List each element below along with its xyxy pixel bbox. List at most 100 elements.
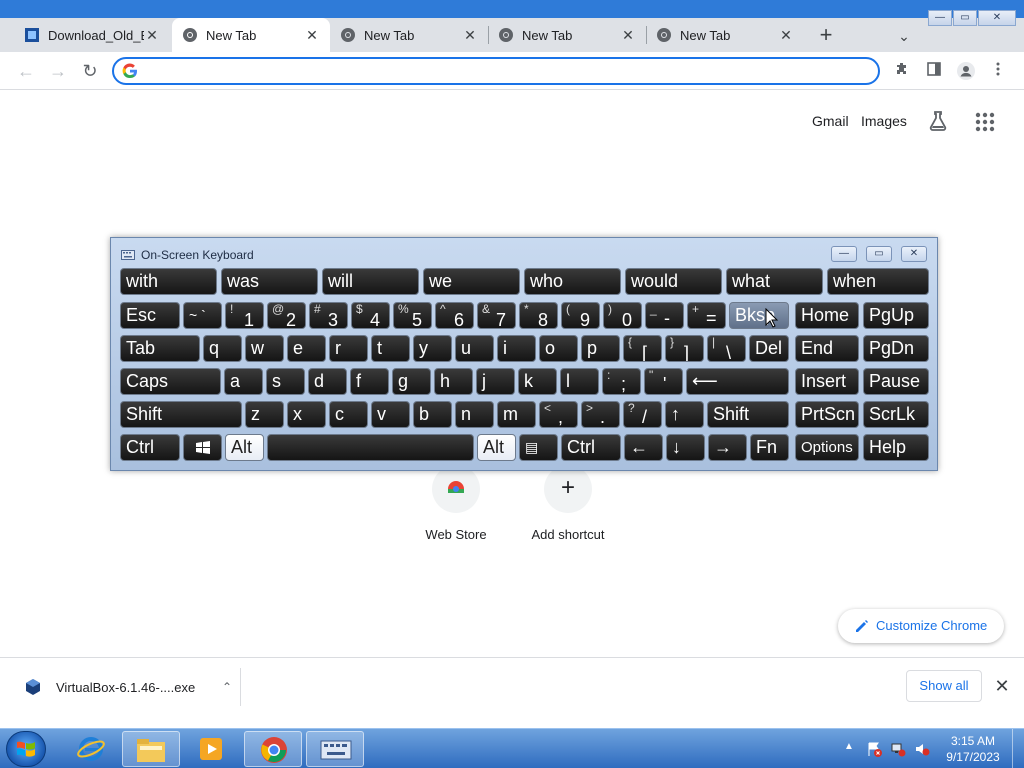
extensions-icon[interactable] — [892, 61, 912, 81]
osk-key-arrow-left[interactable]: ← — [624, 434, 663, 461]
osk-prediction-key[interactable]: what — [726, 268, 823, 295]
osk-key-esc[interactable]: Esc — [120, 302, 180, 329]
osk-key-alt-right[interactable]: Alt — [477, 434, 516, 461]
customize-chrome-button[interactable]: Customize Chrome — [838, 609, 1004, 643]
osk-restore-button[interactable]: ▭ — [866, 246, 892, 262]
volume-muted-icon[interactable] — [914, 741, 930, 757]
osk-key-help[interactable]: Help — [863, 434, 929, 461]
osk-key-w[interactable]: w — [245, 335, 284, 362]
osk-key-n[interactable]: n — [455, 401, 494, 428]
osk-key-minus[interactable]: _ - — [645, 302, 684, 329]
profile-avatar-icon[interactable] — [956, 61, 976, 81]
osk-key-insert[interactable]: Insert — [795, 368, 859, 395]
osk-key-context-menu[interactable]: ▤ — [519, 434, 558, 461]
tab-search-button[interactable]: ⌄ — [892, 24, 916, 48]
osk-key-u[interactable]: u — [455, 335, 494, 362]
osk-prediction-key[interactable]: when — [827, 268, 929, 295]
osk-key-alt-left[interactable]: Alt — [225, 434, 264, 461]
tab-new-tab-4[interactable]: New Tab ✕ — [646, 18, 804, 52]
taskbar-internet-explorer[interactable] — [62, 731, 120, 767]
start-button[interactable] — [6, 731, 46, 767]
kebab-menu-icon[interactable] — [988, 61, 1008, 81]
osk-key-backslash[interactable]: | \ — [707, 335, 746, 362]
osk-key-o[interactable]: o — [539, 335, 578, 362]
omnibox[interactable] — [112, 57, 880, 85]
tab-close-icon[interactable]: ✕ — [778, 27, 794, 43]
osk-key-3[interactable]: #3 — [309, 302, 348, 329]
side-panel-icon[interactable] — [924, 61, 944, 81]
osk-key-0[interactable]: ) 0 — [603, 302, 642, 329]
taskbar-chrome[interactable] — [244, 731, 302, 767]
osk-key-slash[interactable]: ? / — [623, 401, 662, 428]
osk-key-quote[interactable]: " ' — [644, 368, 683, 395]
google-apps-icon[interactable] — [974, 111, 996, 133]
gmail-link[interactable]: Gmail — [812, 113, 849, 129]
osk-key-equals[interactable]: + = — [687, 302, 726, 329]
osk-key-options[interactable]: Options — [795, 434, 859, 461]
system-clock[interactable]: 3:15 AM 9/17/2023 — [940, 733, 1006, 765]
osk-key-4[interactable]: $4 — [351, 302, 390, 329]
osk-key-semicolon[interactable]: :; — [602, 368, 641, 395]
taskbar-file-explorer[interactable] — [122, 731, 180, 767]
osk-key-l[interactable]: l — [560, 368, 599, 395]
osk-prediction-key[interactable]: was — [221, 268, 318, 295]
shortcut-add[interactable]: + Add shortcut — [513, 465, 623, 542]
osk-key-i[interactable]: i — [497, 335, 536, 362]
osk-key-t[interactable]: t — [371, 335, 410, 362]
osk-key-pgup[interactable]: PgUp — [863, 302, 929, 329]
osk-key-tab[interactable]: Tab — [120, 335, 200, 362]
action-center-flag-icon[interactable] — [866, 741, 882, 757]
window-minimize-button[interactable]: — — [928, 10, 952, 26]
back-button[interactable]: ← — [14, 59, 38, 83]
osk-key-arrow-right[interactable]: → — [708, 434, 747, 461]
omnibox-input[interactable] — [146, 61, 866, 81]
osk-key-shift-left[interactable]: Shift — [120, 401, 242, 428]
osk-key-fn[interactable]: Fn — [750, 434, 789, 461]
osk-key-end[interactable]: End — [795, 335, 859, 362]
osk-key-z[interactable]: z — [245, 401, 284, 428]
tab-new-tab-3[interactable]: New Tab ✕ — [488, 18, 646, 52]
osk-key-r[interactable]: r — [329, 335, 368, 362]
osk-key-v[interactable]: v — [371, 401, 410, 428]
osk-close-button[interactable]: ✕ — [901, 246, 927, 262]
osk-key-backspace[interactable]: Bksp — [729, 302, 789, 329]
osk-key-right-bracket[interactable]: }] — [665, 335, 704, 362]
download-item[interactable]: VirtualBox-6.1.46-....exe ⌃ — [16, 670, 238, 704]
osk-key-h[interactable]: h — [434, 368, 473, 395]
osk-key-7[interactable]: & 7 — [477, 302, 516, 329]
window-maximize-button[interactable]: ▭ — [953, 10, 977, 26]
osk-key-e[interactable]: e — [287, 335, 326, 362]
tab-new-tab-active[interactable]: New Tab ✕ — [172, 18, 330, 52]
osk-key-home[interactable]: Home — [795, 302, 859, 329]
tab-new-tab-2[interactable]: New Tab ✕ — [330, 18, 488, 52]
osk-key-pause[interactable]: Pause — [863, 368, 929, 395]
close-downloads-icon[interactable]: ✕ — [990, 672, 1014, 700]
osk-key-9[interactable]: (9 — [561, 302, 600, 329]
show-all-button[interactable]: Show all — [906, 670, 982, 702]
osk-prediction-key[interactable]: will — [322, 268, 419, 295]
osk-key-windows[interactable] — [183, 434, 222, 461]
osk-key-k[interactable]: k — [518, 368, 557, 395]
window-close-button[interactable]: ✕ — [978, 10, 1016, 26]
osk-key-shift-right[interactable]: Shift — [707, 401, 789, 428]
osk-key-s[interactable]: s — [266, 368, 305, 395]
osk-key-y[interactable]: y — [413, 335, 452, 362]
tab-close-icon[interactable]: ✕ — [144, 27, 160, 43]
osk-prediction-key[interactable]: would — [625, 268, 722, 295]
osk-key-m[interactable]: m — [497, 401, 536, 428]
osk-key-8[interactable]: * 8 — [519, 302, 558, 329]
osk-key-d[interactable]: d — [308, 368, 347, 395]
shortcut-web-store[interactable]: Web Store — [401, 465, 511, 542]
new-tab-button[interactable]: + — [812, 24, 840, 48]
osk-key-c[interactable]: c — [329, 401, 368, 428]
osk-key-enter[interactable]: ⟵ — [686, 368, 789, 395]
taskbar-on-screen-keyboard[interactable] — [306, 731, 364, 767]
taskbar-media-player[interactable] — [182, 731, 240, 767]
osk-key-1[interactable]: ! 1 — [225, 302, 264, 329]
network-icon[interactable] — [890, 741, 906, 757]
osk-minimize-button[interactable]: — — [831, 246, 857, 262]
osk-key-del[interactable]: Del — [749, 335, 789, 362]
osk-key-comma[interactable]: <, — [539, 401, 578, 428]
osk-key-prtscn[interactable]: PrtScn — [795, 401, 859, 428]
osk-key-ctrl-right[interactable]: Ctrl — [561, 434, 621, 461]
